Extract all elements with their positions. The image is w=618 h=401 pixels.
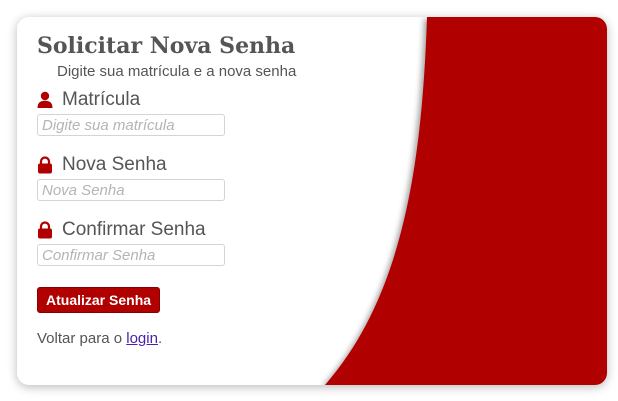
- page-subtitle: Digite sua matrícula e a nova senha: [57, 63, 297, 80]
- back-to-login: Voltar para o login.: [37, 330, 162, 347]
- lock-icon: [37, 156, 53, 174]
- confirmar-senha-input[interactable]: [37, 244, 225, 266]
- confirmar-senha-label-text: Confirmar Senha: [62, 219, 206, 240]
- matricula-input[interactable]: [37, 114, 225, 136]
- nova-senha-label: Nova Senha: [37, 154, 167, 176]
- update-password-button[interactable]: Atualizar Senha: [37, 287, 161, 313]
- password-reset-card: Solicitar Nova Senha Digite sua matrícul…: [17, 17, 607, 385]
- user-icon: [37, 91, 53, 109]
- login-link[interactable]: login: [126, 330, 158, 347]
- matricula-label: Matrícula: [37, 89, 140, 111]
- nova-senha-input[interactable]: [37, 179, 225, 201]
- lock-icon: [37, 221, 53, 239]
- matricula-label-text: Matrícula: [62, 89, 141, 110]
- page-title: Solicitar Nova Senha: [37, 33, 296, 59]
- back-suffix-text: .: [157, 330, 163, 347]
- confirmar-senha-label: Confirmar Senha: [37, 219, 206, 241]
- back-prefix-text: Voltar para o: [37, 330, 127, 347]
- nova-senha-label-text: Nova Senha: [62, 154, 167, 175]
